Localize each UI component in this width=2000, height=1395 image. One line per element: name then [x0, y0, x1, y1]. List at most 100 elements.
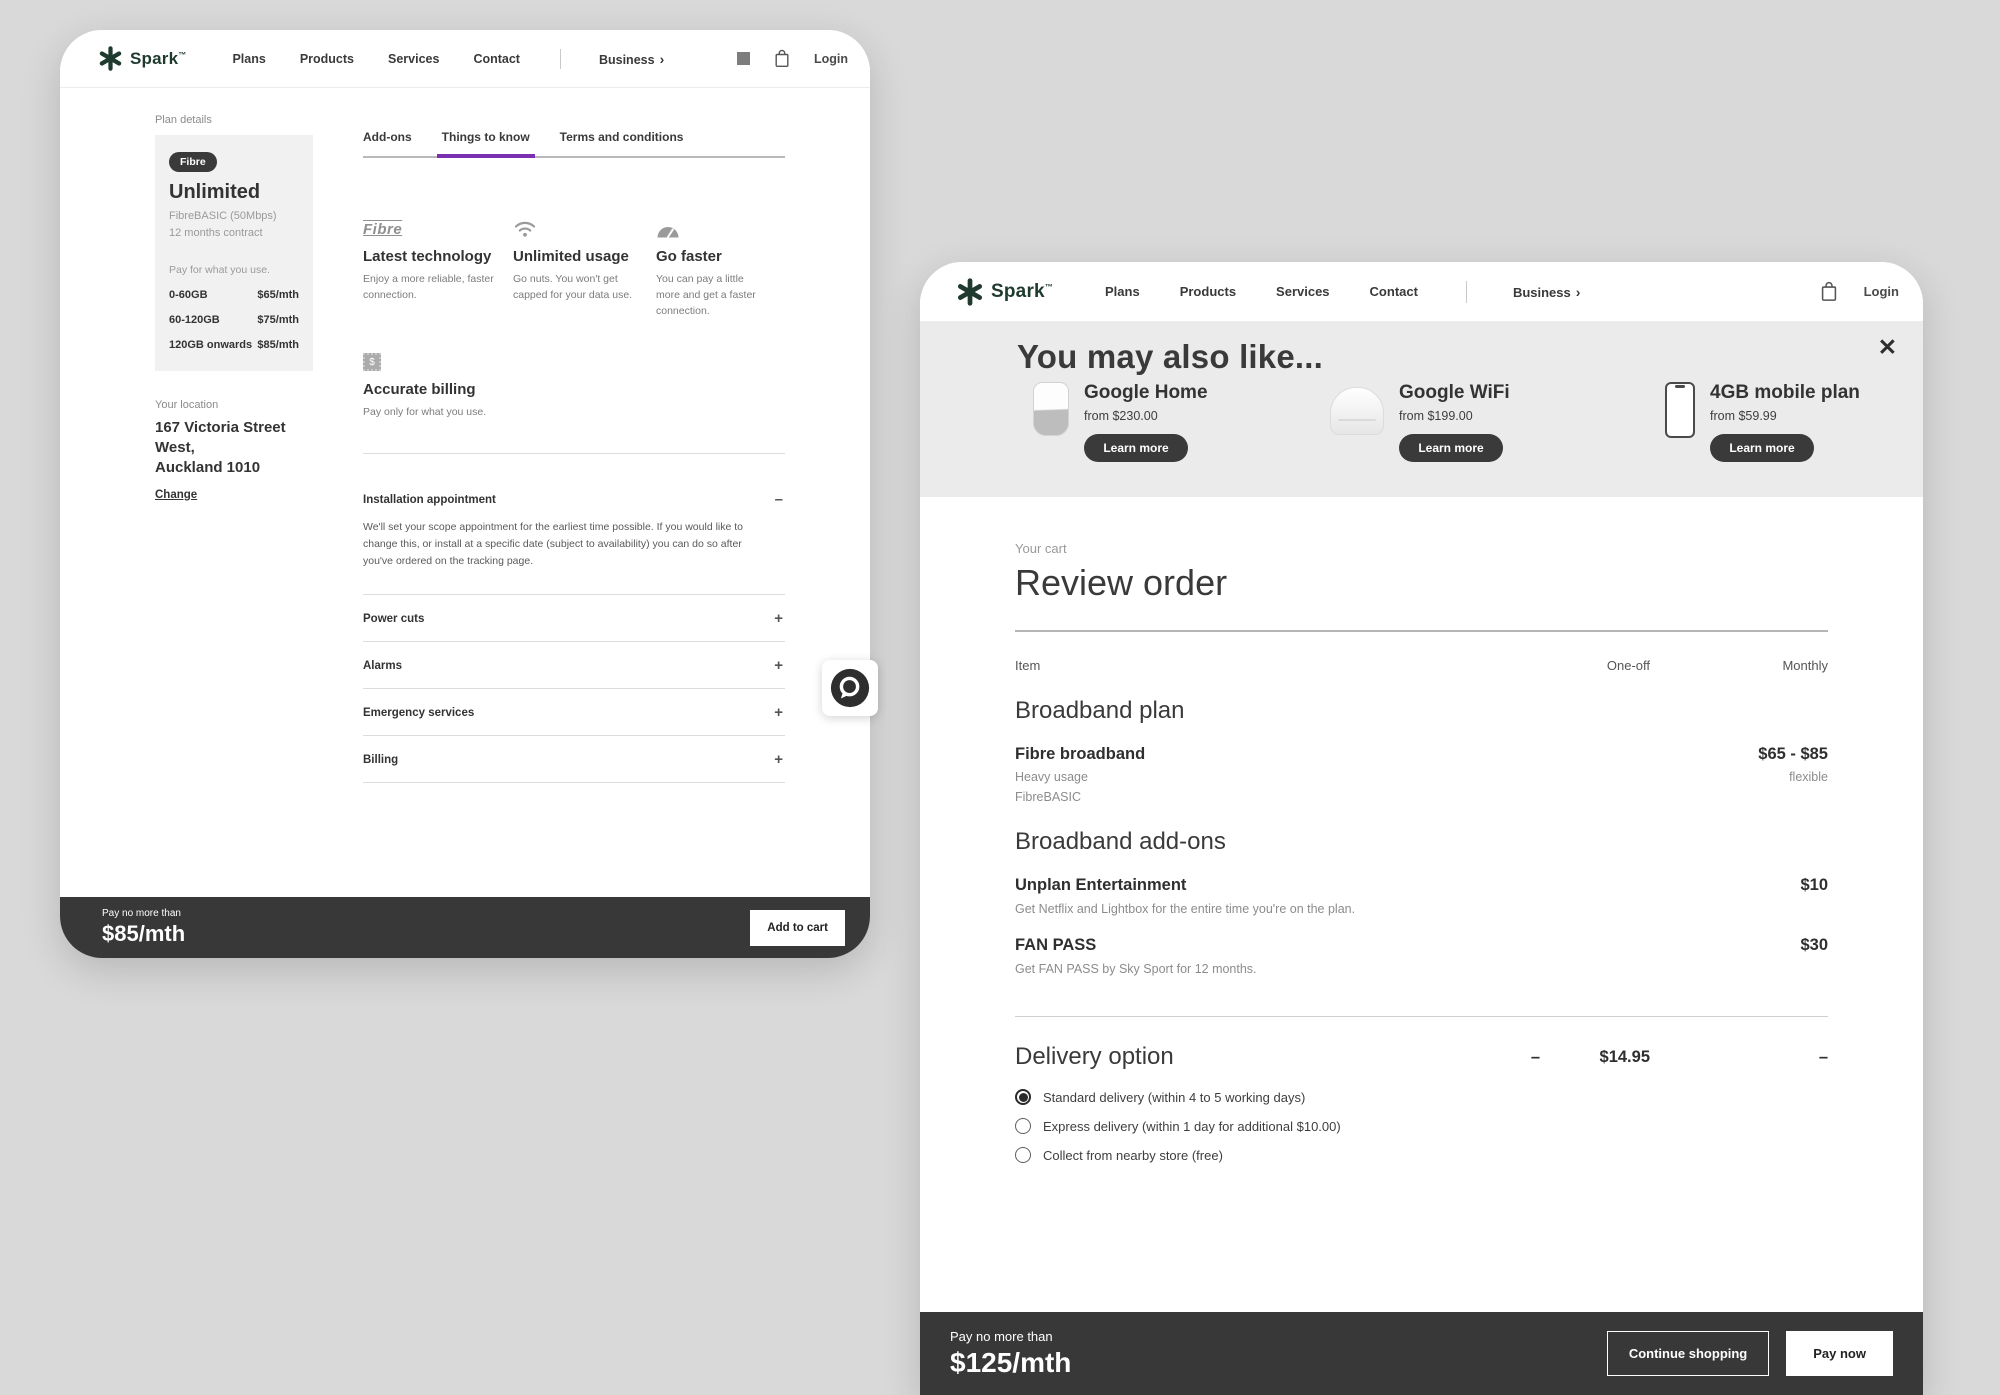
- feature-go-faster: Go faster You can pay a little more and …: [656, 214, 785, 319]
- right-sticky-footer: Pay no more than $125/mth Continue shopp…: [920, 1312, 1923, 1395]
- plan-info-column: Add-ons Things to know Terms and conditi…: [363, 130, 785, 784]
- nav-plans[interactable]: Plans: [232, 52, 265, 66]
- accordion-title: Installation appointment: [363, 493, 496, 506]
- accordion-header[interactable]: Installation appointment –: [363, 492, 783, 507]
- feature-title: Latest technology: [363, 248, 492, 265]
- nav-contact[interactable]: Contact: [1370, 284, 1418, 299]
- expand-plus-icon[interactable]: +: [774, 705, 783, 720]
- accordion-header[interactable]: Billing +: [363, 752, 783, 767]
- monthly-price: $85/mth: [102, 921, 186, 946]
- plan-tabs: Add-ons Things to know Terms and conditi…: [363, 130, 785, 158]
- product-price: from $199.00: [1399, 409, 1473, 423]
- logo-text: Spark™: [991, 280, 1054, 302]
- tab-add-ons[interactable]: Add-ons: [363, 130, 412, 156]
- feature-title: Accurate billing: [363, 381, 476, 399]
- plan-card: Fibre Unlimited FibreBASIC (50Mbps) 12 m…: [155, 135, 313, 371]
- radio-label: Collect from nearby store (free): [1043, 1147, 1223, 1163]
- tier-row: 60-120GB $75/mth: [169, 314, 299, 326]
- radio-selected-icon[interactable]: [1015, 1089, 1031, 1105]
- radio-collect-from-store[interactable]: Collect from nearby store (free): [1015, 1147, 1828, 1163]
- addon-description: Get Netflix and Lightbox for the entire …: [1015, 902, 1356, 916]
- nav-business[interactable]: Business ›: [1513, 284, 1580, 300]
- square-icon[interactable]: [736, 52, 750, 65]
- nav-services[interactable]: Services: [388, 52, 439, 66]
- login-link[interactable]: Login: [1864, 284, 1899, 299]
- plan-tech: FibreBASIC: [1015, 790, 1081, 804]
- accordion-header[interactable]: Emergency services +: [363, 705, 783, 720]
- login-link[interactable]: Login: [814, 52, 848, 66]
- location-label: Your location: [155, 398, 219, 411]
- section-delivery-option: Delivery option: [1015, 1043, 1174, 1070]
- divider: [1015, 1016, 1828, 1017]
- logo-trademark: ™: [178, 49, 187, 59]
- pay-now-button[interactable]: Pay now: [1786, 1331, 1893, 1376]
- accordion-header[interactable]: Alarms +: [363, 658, 783, 673]
- nav-contact[interactable]: Contact: [473, 52, 520, 66]
- nav-products[interactable]: Products: [300, 52, 354, 66]
- add-to-cart-button[interactable]: Add to cart: [750, 909, 845, 946]
- cart-section: Your cart Review order Item One-off Mont…: [920, 497, 1923, 1163]
- logo-text: Spark™: [130, 48, 187, 68]
- col-item: Item: [1015, 658, 1041, 673]
- accordion-title: Emergency services: [363, 706, 475, 719]
- chevron-right-icon: ›: [659, 50, 665, 67]
- radio-unselected-icon[interactable]: [1015, 1147, 1031, 1163]
- delivery-dash: –: [1530, 1047, 1540, 1066]
- expand-plus-icon[interactable]: +: [774, 611, 783, 626]
- monthly-price: $125/mth: [950, 1346, 1072, 1378]
- tier-row: 0-60GB $65/mth: [169, 289, 299, 301]
- item-monthly-price: $30: [1800, 936, 1828, 954]
- left-sticky-footer: Pay no more than $85/mth Add to cart: [60, 897, 870, 958]
- collapse-minus-icon[interactable]: –: [775, 492, 783, 507]
- feature-desc: Enjoy a more reliable, faster connection…: [363, 273, 494, 301]
- expand-plus-icon[interactable]: +: [774, 658, 783, 673]
- radio-unselected-icon[interactable]: [1015, 1118, 1031, 1134]
- radio-express-delivery[interactable]: Express delivery (within 1 day for addit…: [1015, 1118, 1828, 1134]
- chat-launcher-button[interactable]: [822, 660, 878, 716]
- location-block: Your location 167 Victoria Street West, …: [155, 399, 313, 503]
- tab-terms-and-conditions[interactable]: Terms and conditions: [560, 130, 684, 156]
- change-location-link[interactable]: Change: [155, 489, 197, 501]
- feature-desc: Go nuts. You won't get capped for your d…: [513, 273, 633, 301]
- pay-no-more-label: Pay no more than: [102, 908, 181, 919]
- tier-range: 60-120GB: [169, 313, 220, 326]
- page-title: Review order: [1015, 562, 1228, 603]
- tab-things-to-know[interactable]: Things to know: [436, 130, 535, 158]
- spark-logo[interactable]: Spark™: [956, 277, 1054, 306]
- nav-products[interactable]: Products: [1180, 284, 1236, 299]
- learn-more-button[interactable]: Learn more: [1084, 434, 1188, 462]
- close-icon[interactable]: ✕: [1872, 330, 1903, 365]
- product-google-wifi: Google WiFi from $199.00 Learn more: [1330, 382, 1510, 462]
- learn-more-button[interactable]: Learn more: [1710, 434, 1814, 462]
- plan-tech: FibreBASIC (50Mbps): [169, 210, 277, 222]
- feature-unlimited-usage: Unlimited usage Go nuts. You won't get c…: [513, 214, 656, 319]
- fibre-logo-icon: Fibre: [363, 221, 403, 238]
- cart-bag-icon[interactable]: [1820, 281, 1838, 302]
- expand-plus-icon[interactable]: +: [774, 752, 783, 767]
- chevron-right-icon: ›: [1575, 283, 1581, 300]
- feature-grid: Fibre Latest technology Enjoy a more rel…: [363, 214, 785, 421]
- nav-plans[interactable]: Plans: [1105, 284, 1140, 299]
- pay-no-more-label: Pay no more than: [950, 1328, 1053, 1344]
- cart-bag-icon[interactable]: [774, 49, 790, 68]
- location-address: 167 Victoria Street West, Auckland 1010: [155, 418, 286, 477]
- product-price: from $59.99: [1710, 409, 1777, 423]
- product-price: from $230.00: [1084, 409, 1158, 423]
- spark-logo[interactable]: Spark™: [98, 46, 186, 71]
- nav-business[interactable]: Business ›: [599, 51, 664, 67]
- continue-shopping-button[interactable]: Continue shopping: [1606, 1331, 1770, 1376]
- google-home-image: [1033, 382, 1069, 436]
- tier-price: $85/mth: [257, 338, 299, 351]
- price-note: flexible: [1789, 770, 1828, 784]
- nav-services[interactable]: Services: [1276, 284, 1330, 299]
- fibre-badge: Fibre: [169, 152, 217, 172]
- spark-asterisk-icon: [99, 46, 122, 71]
- learn-more-button[interactable]: Learn more: [1399, 434, 1503, 462]
- upsell-title: You may also like...: [1017, 338, 1324, 375]
- left-main-nav: Plans Products Services Contact Business…: [232, 48, 664, 69]
- cart-subrow: Heavy usage flexible: [1015, 770, 1828, 784]
- product-name: Google WiFi: [1399, 382, 1510, 403]
- accordion-header[interactable]: Power cuts +: [363, 611, 783, 626]
- radio-standard-delivery[interactable]: Standard delivery (within 4 to 5 working…: [1015, 1089, 1828, 1105]
- delivery-one-off-price: $14.95: [1599, 1047, 1650, 1066]
